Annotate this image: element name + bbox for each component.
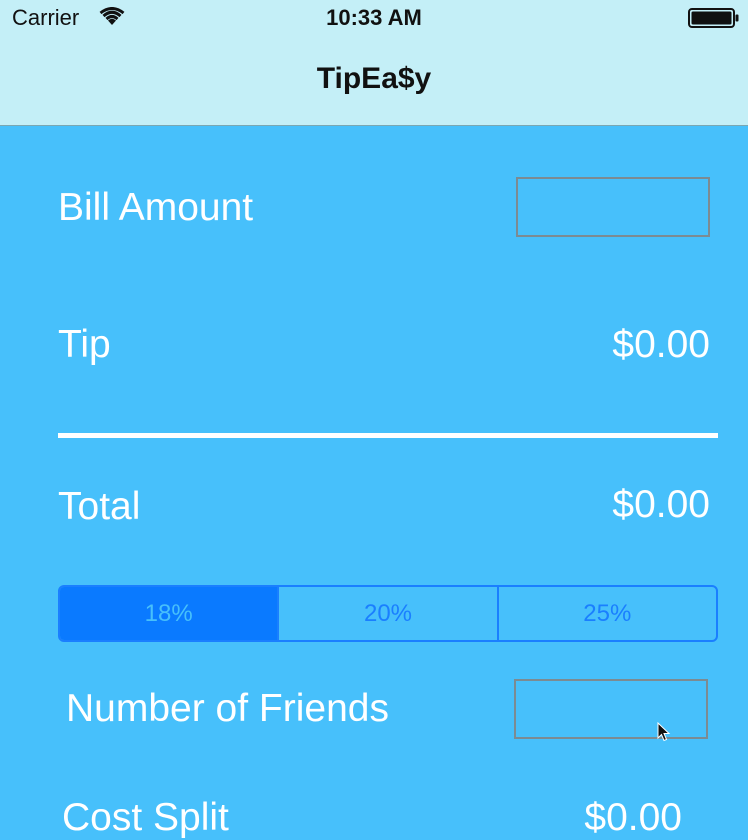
battery-icon <box>688 8 739 28</box>
tip-option-25[interactable]: 25% <box>499 587 716 640</box>
status-bar: Carrier 10:33 AM <box>0 0 748 36</box>
tip-percentage-control[interactable]: 18% 20% 25% <box>58 585 718 642</box>
divider <box>58 433 718 438</box>
total-value: $0.00 <box>612 483 710 526</box>
tip-value: $0.00 <box>612 323 710 366</box>
tip-option-20[interactable]: 20% <box>279 587 499 640</box>
cost-split-label: Cost Split <box>62 796 229 839</box>
bill-amount-label: Bill Amount <box>58 186 254 229</box>
tip-label: Tip <box>58 323 111 366</box>
bill-amount-input[interactable] <box>516 177 710 237</box>
status-time: 10:33 AM <box>326 5 422 30</box>
total-label: Total <box>58 485 141 528</box>
mouse-cursor-icon <box>657 722 671 742</box>
nav-title: TipEa$y <box>316 62 432 95</box>
navigation-bar: TipEa$y <box>0 36 748 126</box>
cost-split-value: $0.00 <box>584 796 682 839</box>
friends-input[interactable] <box>514 679 708 739</box>
friends-label: Number of Friends <box>66 687 389 730</box>
tip-option-18[interactable]: 18% <box>60 587 280 640</box>
